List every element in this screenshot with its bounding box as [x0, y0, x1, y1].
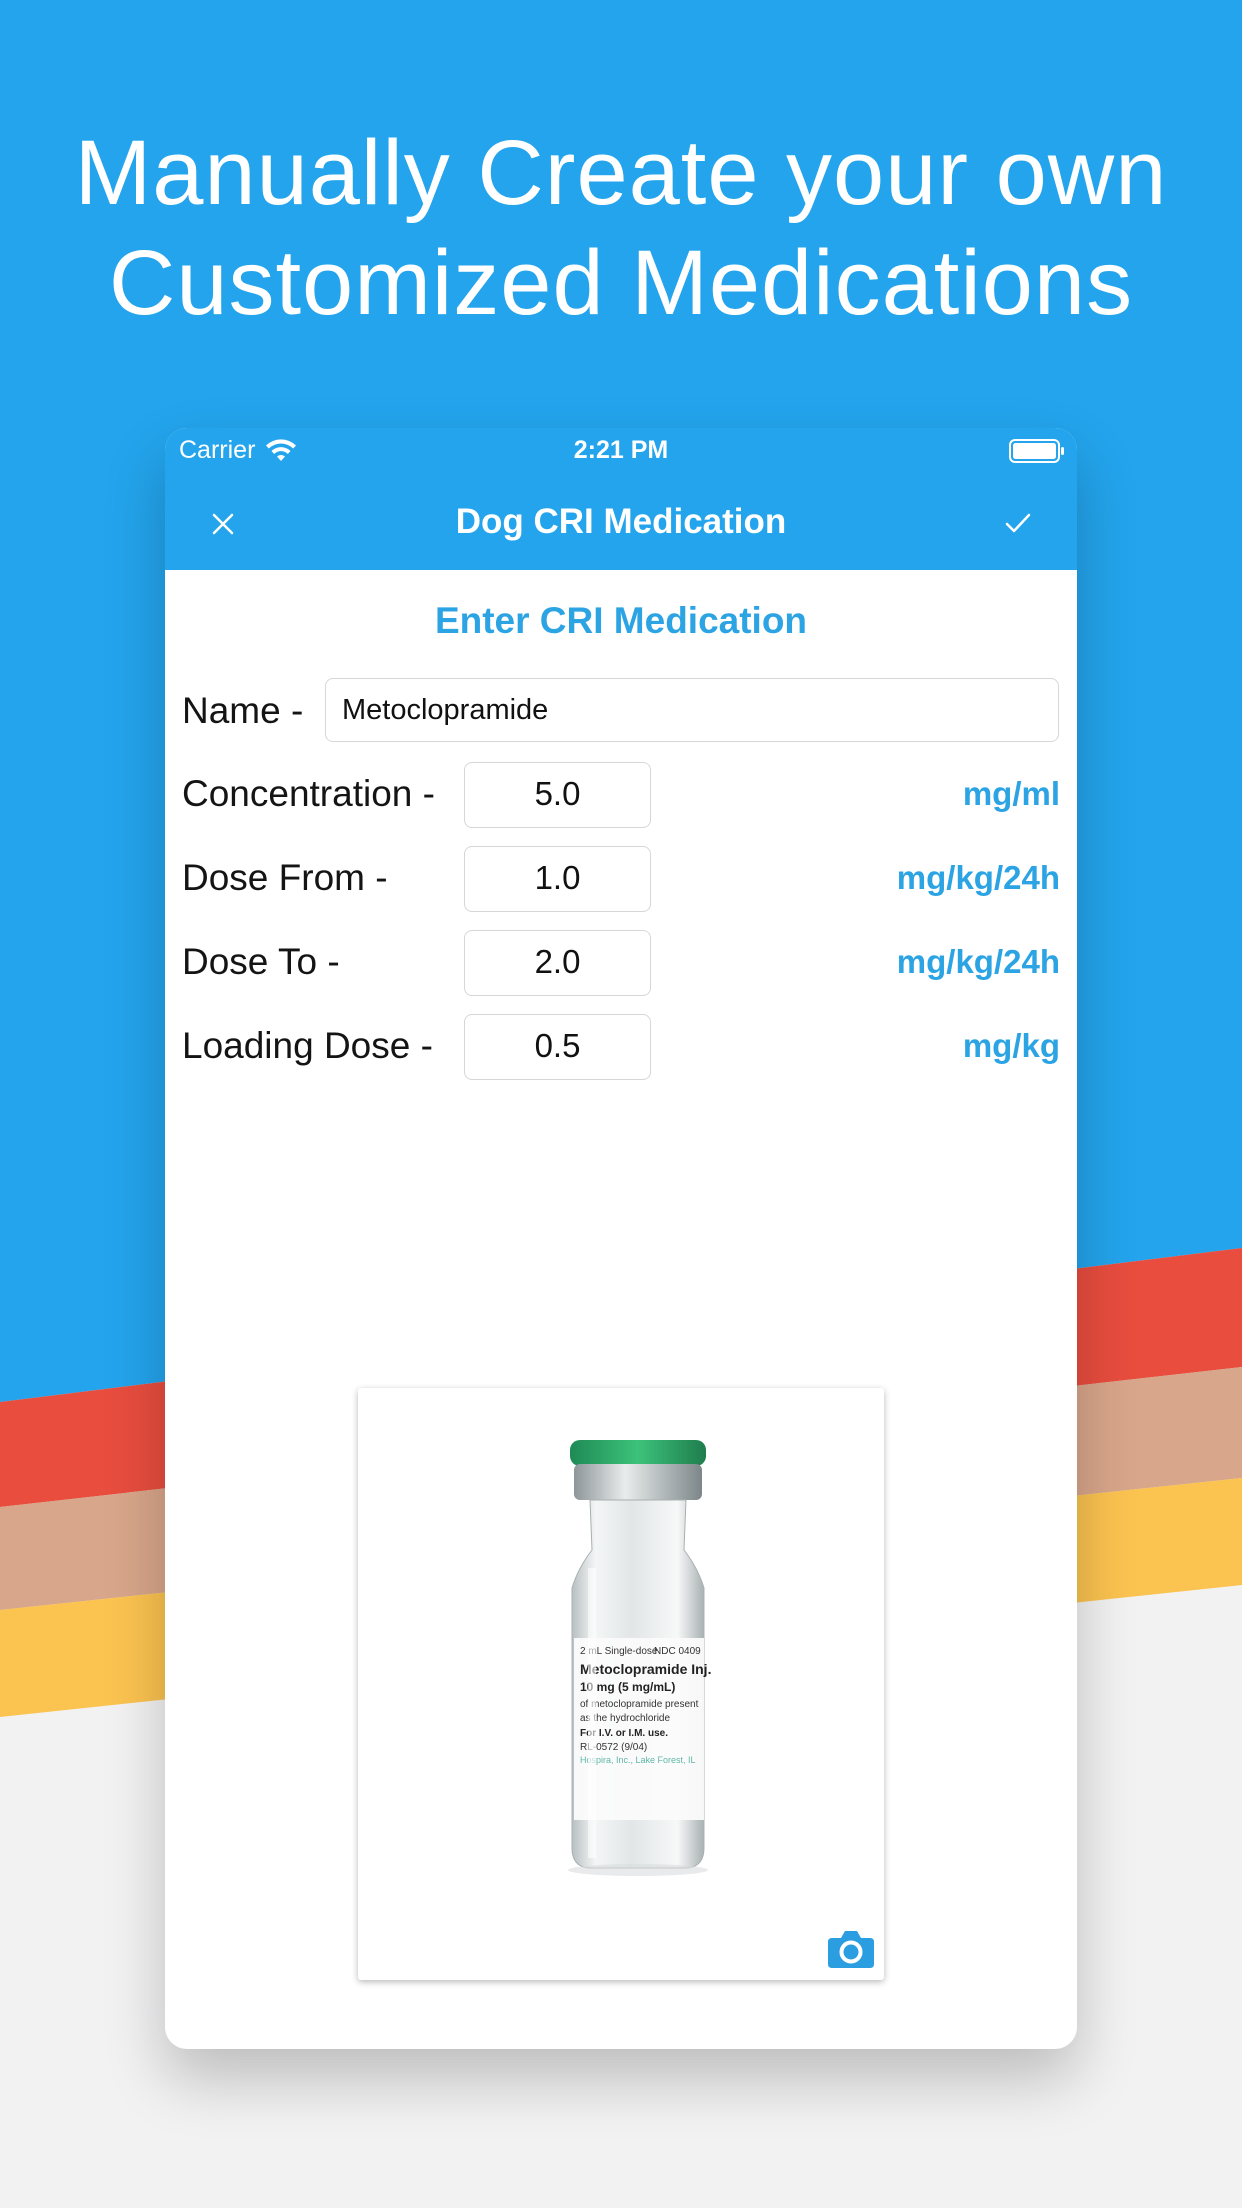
vial-label-name: Metoclopramide Inj. [580, 1661, 711, 1677]
dose-from-unit: mg/kg/24h [896, 859, 1060, 896]
nav-title: Dog CRI Medication [455, 502, 787, 541]
form-title: Enter CRI Medication [434, 600, 808, 641]
dose-to-label: Dose To - [182, 941, 340, 982]
camera-icon[interactable] [826, 1928, 876, 1970]
status-time: 2:21 PM [573, 436, 669, 464]
status-bar: Carrier 2:21 PM [165, 428, 1077, 476]
loading-dose-input[interactable]: 0.5 [464, 1014, 651, 1080]
medication-vial-image: 2 mL Single-dose NDC 0409 Metoclopramide… [568, 1440, 711, 1876]
name-label: Name - [182, 690, 304, 731]
phone-screen: Carrier 2:21 PM Dog CRI Medication Enter… [165, 428, 1077, 2049]
dose-from-label: Dose From - [182, 857, 388, 898]
dose-from-input[interactable]: 1.0 [464, 846, 651, 912]
loading-dose-label: Loading Dose - [182, 1025, 433, 1066]
concentration-label: Concentration - [182, 773, 435, 814]
marketing-headline: Manually Create your own Customized Medi… [0, 118, 1242, 338]
dose-to-input[interactable]: 2.0 [464, 930, 651, 996]
name-input[interactable] [325, 678, 1059, 742]
vial-label-ndc: NDC 0409 [654, 1646, 701, 1657]
navigation-bar: Dog CRI Medication [165, 476, 1077, 570]
dose-to-unit: mg/kg/24h [896, 943, 1060, 980]
headline-line-2: Customized Medications [108, 232, 1134, 334]
loading-dose-unit: mg/kg [962, 1027, 1060, 1064]
vial-label-desc-1: of metoclopramide present [580, 1699, 699, 1710]
concentration-unit: mg/ml [962, 775, 1060, 812]
headline-line-1: Manually Create your own [74, 122, 1168, 224]
concentration-input[interactable]: 5.0 [464, 762, 651, 828]
checkmark-icon[interactable] [999, 504, 1037, 542]
vial-label-maker: Hospira, Inc., Lake Forest, IL [580, 1755, 696, 1765]
battery-icon [1009, 439, 1064, 463]
medication-photo-card[interactable]: 2 mL Single-dose NDC 0409 Metoclopramide… [358, 1388, 884, 1980]
